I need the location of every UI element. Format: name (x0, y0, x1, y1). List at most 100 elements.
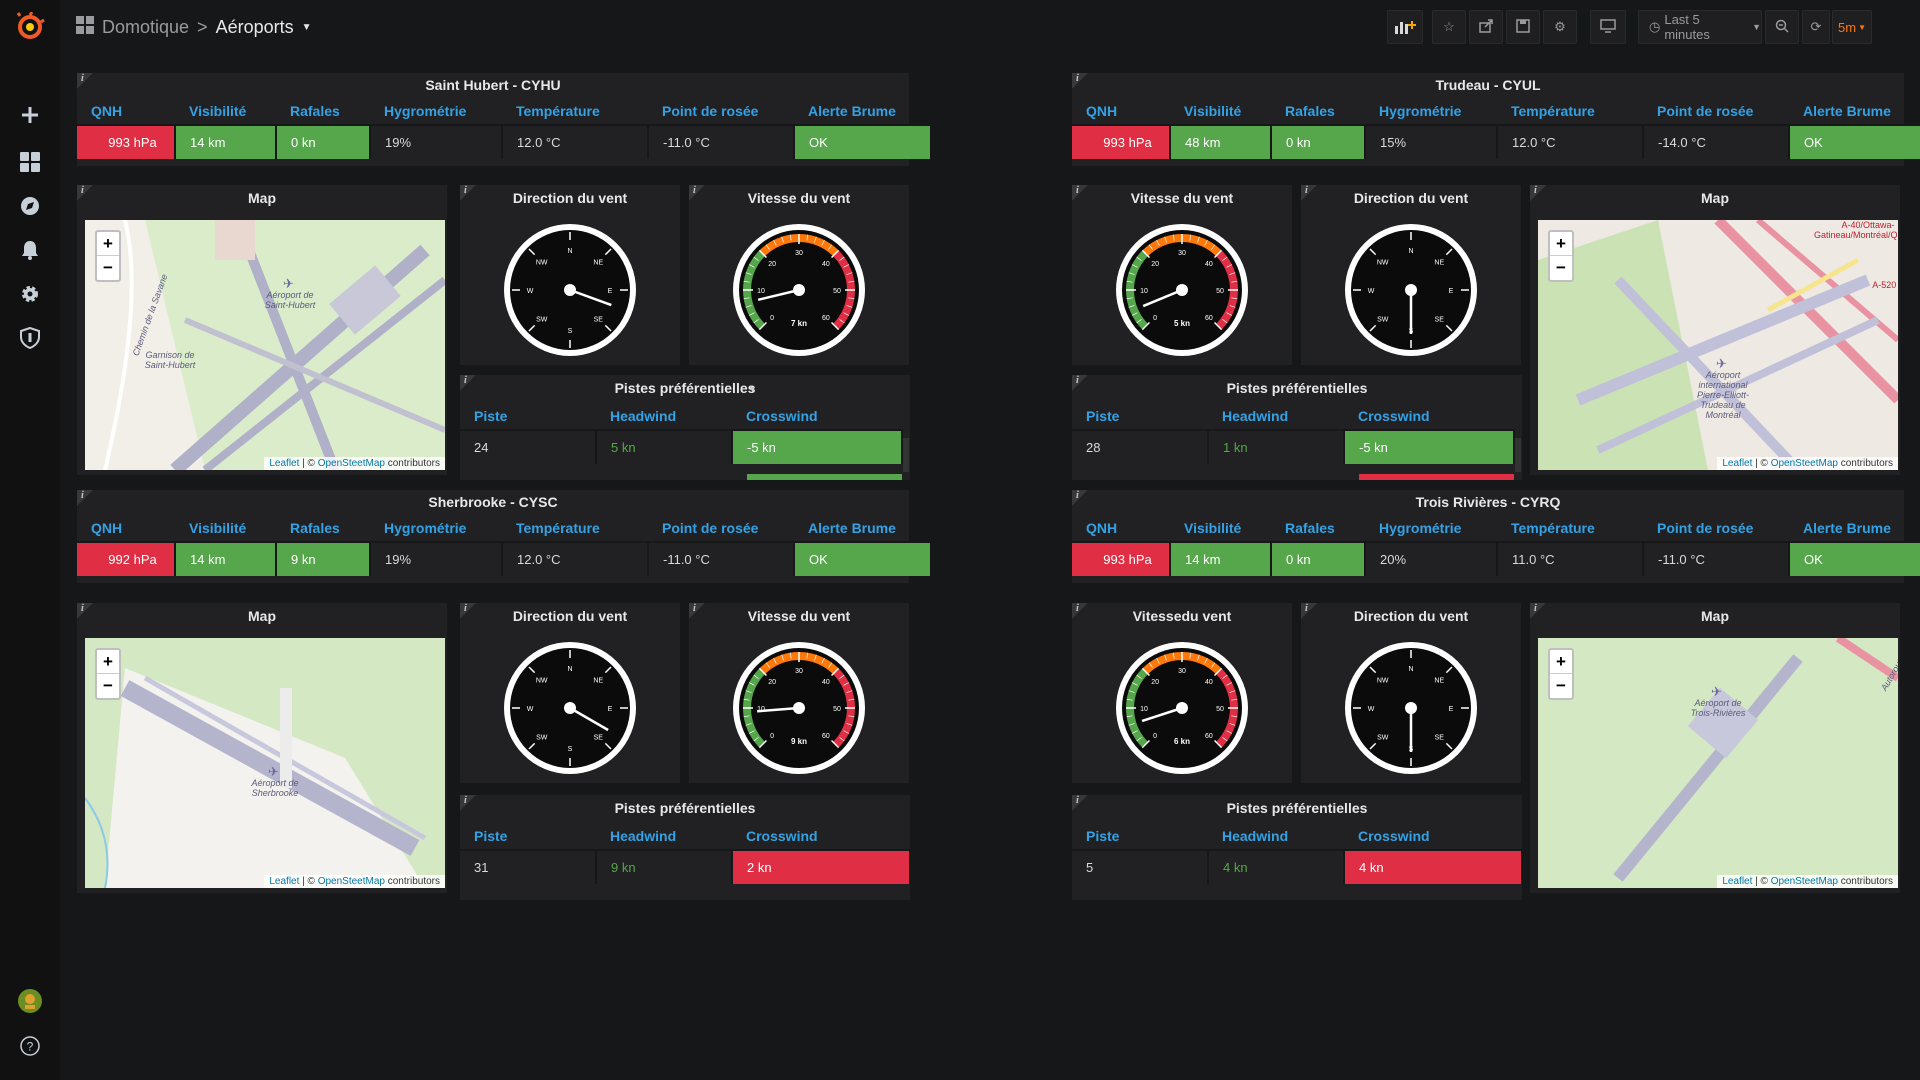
panel-title[interactable]: Vitesse du vent (689, 190, 909, 206)
zoom-out-button[interactable] (1765, 10, 1799, 44)
runway-panel[interactable]: i Pistes préférentielles Piste Headwind Cros… (460, 795, 911, 900)
column-header[interactable]: Alerte Brume (794, 514, 931, 543)
column-header[interactable]: Visibilité (175, 97, 276, 126)
share-button[interactable] (1469, 10, 1503, 44)
osm-link[interactable]: OpenSteetMap (1771, 876, 1838, 887)
shield-icon[interactable] (15, 323, 45, 353)
column-header[interactable]: Headwind (596, 402, 732, 431)
column-header[interactable]: Hygrométrie (1365, 97, 1497, 126)
column-header[interactable]: Point de rosée (648, 514, 794, 543)
zoom-in-button[interactable]: + (97, 650, 119, 674)
dashboard-title[interactable]: Aéroports (216, 17, 294, 38)
column-header[interactable]: Point de rosée (648, 97, 794, 126)
apps-grid-icon[interactable] (76, 16, 94, 39)
column-header[interactable]: Rafales (276, 97, 370, 126)
tv-mode-button[interactable] (1590, 10, 1626, 44)
column-header[interactable]: Hygrométrie (370, 97, 502, 126)
column-header[interactable]: Rafales (276, 514, 370, 543)
scrollbar[interactable] (903, 438, 909, 472)
column-header[interactable]: Piste (1072, 822, 1208, 851)
scrollbar[interactable] (1515, 438, 1521, 472)
help-icon[interactable]: ? (15, 1031, 45, 1061)
plus-icon[interactable] (15, 100, 45, 130)
panel-title[interactable]: Trois Rivières - CYRQ (1072, 494, 1904, 510)
osm-link[interactable]: OpenSteetMap (1771, 458, 1838, 469)
panel-title[interactable]: Map (77, 190, 447, 206)
zoom-in-button[interactable]: + (1550, 232, 1572, 256)
map-panel[interactable]: i Map + − Aéroport de Saint-Hubert Garnison d… (77, 185, 447, 475)
column-header[interactable]: Point de rosée (1643, 97, 1789, 126)
weather-panel[interactable]: i Trudeau - CYUL QNH Visibilité Rafales Hygro… (1072, 73, 1920, 166)
map-view[interactable]: + − Aéroport de Trois-Rivières Autoroute ✈ Le… (1538, 638, 1898, 888)
column-header[interactable]: Visibilité (1170, 97, 1271, 126)
wind-speed-panel[interactable]: i Vitessedu vent 0 10 20 30 40 50 60 6 kn (1072, 603, 1292, 783)
panel-title[interactable]: Map (1530, 608, 1900, 624)
column-header[interactable]: Rafales (1271, 97, 1365, 126)
gear-icon[interactable] (15, 279, 45, 309)
column-header[interactable]: Visibilité (175, 514, 276, 543)
chevron-down-icon[interactable]: ▼ (302, 22, 312, 33)
column-header[interactable]: Alerte Brume (794, 97, 931, 126)
zoom-out-button[interactable]: − (1550, 674, 1572, 698)
user-avatar-icon[interactable] (15, 986, 45, 1016)
map-panel[interactable]: i Map + − Aéroport international Pierre-Elli… (1530, 185, 1900, 475)
grafana-logo-icon[interactable] (15, 12, 45, 42)
column-header[interactable]: Crosswind (732, 402, 902, 431)
column-header[interactable]: Piste (460, 822, 596, 851)
column-header[interactable]: Rafales (1271, 514, 1365, 543)
panel-title[interactable]: Pistes préférentielles (460, 800, 910, 816)
zoom-out-button[interactable]: − (1550, 256, 1572, 280)
map-view[interactable]: + − Aéroport de Saint-Hubert Garnison de Sa… (85, 220, 445, 470)
panel-title[interactable]: Vitesse du vent (1072, 190, 1292, 206)
leaflet-link[interactable]: Leaflet (1722, 876, 1752, 887)
column-header[interactable]: Hygrométrie (370, 514, 502, 543)
column-header[interactable]: Headwind (1208, 402, 1344, 431)
star-button[interactable]: ☆ (1432, 10, 1466, 44)
time-picker[interactable]: ◷ Last 5 minutes ▼ (1638, 10, 1762, 44)
column-header[interactable]: Alerte Brume (1789, 514, 1920, 543)
column-header[interactable]: Piste (460, 402, 596, 431)
zoom-in-button[interactable]: + (97, 232, 119, 256)
column-header[interactable]: Point de rosée (1643, 514, 1789, 543)
runway-panel[interactable]: i Pistes préférentielles Piste Headwind Cros… (1072, 375, 1522, 480)
column-header[interactable]: Crosswind (1344, 822, 1522, 851)
weather-panel[interactable]: i Saint Hubert - CYHU QNH Visibilité Rafales… (77, 73, 932, 166)
panel-title[interactable]: Sherbrooke - CYSC (77, 494, 909, 510)
panel-title[interactable]: Pistes préférentielles (1072, 800, 1522, 816)
panel-title[interactable]: Pistes préférentielles (1072, 380, 1522, 396)
zoom-in-button[interactable]: + (1550, 650, 1572, 674)
wind-direction-panel[interactable]: iDirection du ventNNEESESSWWNW (460, 603, 680, 783)
add-panel-button[interactable] (1387, 10, 1423, 44)
save-button[interactable] (1506, 10, 1540, 44)
zoom-out-button[interactable]: − (97, 674, 119, 698)
wind-direction-panel[interactable]: iDirection du ventNNEESESSWWNW (460, 185, 680, 365)
map-panel[interactable]: i Map + − Aéroport de Trois-Rivières Autorout… (1530, 603, 1900, 893)
column-header[interactable]: Headwind (596, 822, 732, 851)
panel-title[interactable]: Pistes préférentielles (460, 380, 910, 396)
map-panel[interactable]: i Map + − Aéroport de Sherbrooke ✈ Leaflet | ©… (77, 603, 447, 893)
panel-title[interactable]: Direction du vent (1301, 190, 1521, 206)
column-header[interactable]: QNH (77, 97, 175, 126)
panel-title[interactable]: Saint Hubert - CYHU (77, 77, 909, 93)
column-header[interactable]: Hygrométrie (1365, 514, 1497, 543)
settings-button[interactable]: ⚙ (1543, 10, 1577, 44)
wind-speed-panel[interactable]: i Vitesse du vent 0 10 20 30 40 50 60 9 kn (689, 603, 909, 783)
runway-panel[interactable]: i Pistes préférentielles Piste Headwind Cros… (1072, 795, 1523, 900)
refresh-button[interactable]: ⟳ (1802, 10, 1830, 44)
leaflet-link[interactable]: Leaflet (269, 876, 299, 887)
explore-icon[interactable] (15, 191, 45, 221)
column-header[interactable]: Température (502, 514, 648, 543)
alerting-bell-icon[interactable] (15, 235, 45, 265)
panel-title[interactable]: Direction du vent (460, 190, 680, 206)
column-header[interactable]: Température (1497, 97, 1643, 126)
panel-title[interactable]: Direction du vent (460, 608, 680, 624)
column-header[interactable]: Crosswind (732, 822, 910, 851)
weather-panel[interactable]: i Sherbrooke - CYSC QNH Visibilité Rafales Hy… (77, 490, 932, 583)
column-header[interactable]: QNH (1072, 97, 1170, 126)
wind-speed-panel[interactable]: i Vitesse du vent 0 10 20 30 40 50 60 7 kn (689, 185, 909, 365)
column-header[interactable]: QNH (1072, 514, 1170, 543)
dashboards-icon[interactable] (15, 147, 45, 177)
weather-panel[interactable]: i Trois Rivières - CYRQ QNH Visibilité Rafal… (1072, 490, 1920, 583)
panel-title[interactable]: Map (1530, 190, 1900, 206)
column-header[interactable]: Température (1497, 514, 1643, 543)
